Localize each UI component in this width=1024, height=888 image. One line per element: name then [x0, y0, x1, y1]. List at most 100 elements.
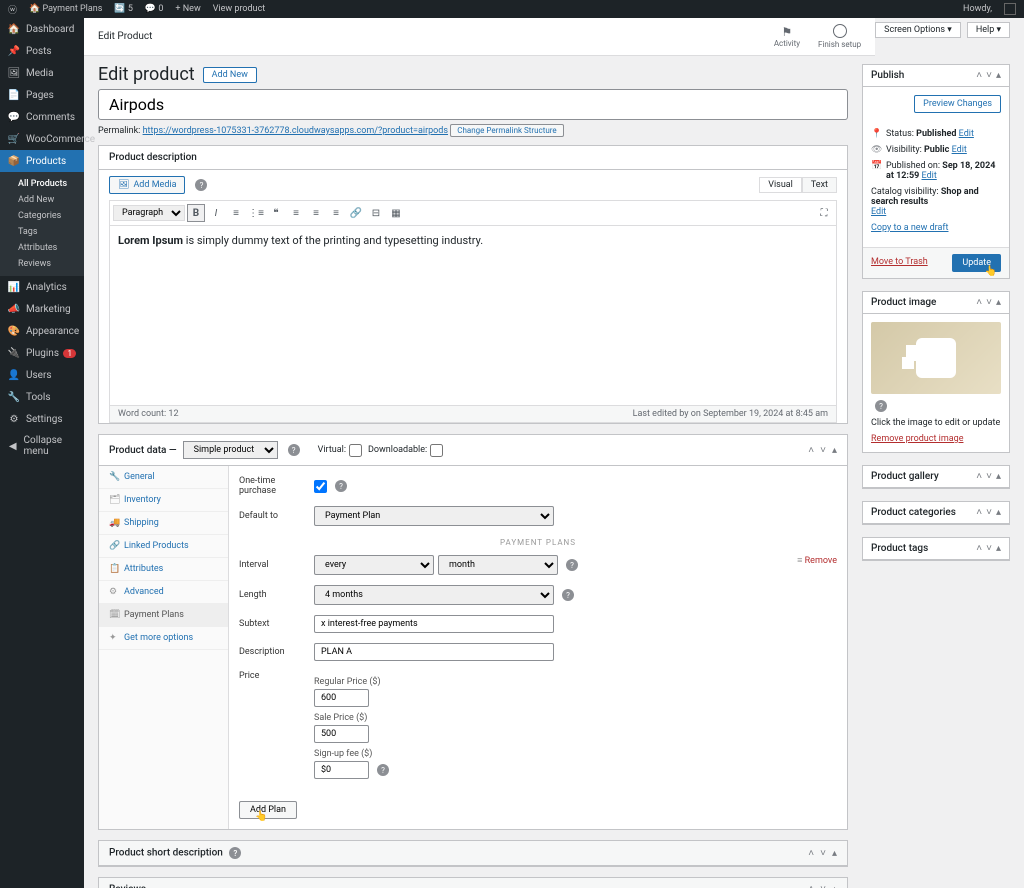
- text-tab[interactable]: Text: [802, 177, 837, 193]
- panel-down-icon[interactable]: ˅: [986, 297, 992, 308]
- help-icon[interactable]: ?: [195, 179, 207, 191]
- align-right-icon[interactable]: ≡: [327, 204, 345, 222]
- sidebar-item-plugins[interactable]: 🔌Plugins 1: [0, 342, 84, 364]
- tab-advanced[interactable]: ⚙Advanced: [99, 581, 228, 604]
- subtext-input[interactable]: [314, 615, 554, 633]
- signup-fee-input[interactable]: [314, 761, 369, 779]
- tab-shipping[interactable]: 🚚Shipping: [99, 512, 228, 535]
- toolbar-toggle-icon[interactable]: ▦: [387, 204, 405, 222]
- panel-toggle-icon[interactable]: ▴: [996, 507, 1001, 518]
- comments-count[interactable]: 💬 0: [145, 4, 164, 14]
- panel-down-icon[interactable]: ˅: [986, 70, 992, 81]
- tab-get-more-options[interactable]: ✦Get more options: [99, 627, 228, 650]
- sidebar-item-products[interactable]: 📦Products: [0, 150, 84, 172]
- number-list-icon[interactable]: ⋮≡: [247, 204, 265, 222]
- align-center-icon[interactable]: ≡: [307, 204, 325, 222]
- view-product[interactable]: View product: [213, 4, 266, 14]
- product-image-thumbnail[interactable]: [871, 322, 1001, 394]
- sidebar-item-appearance[interactable]: 🎨Appearance: [0, 320, 84, 342]
- copy-draft-link[interactable]: Copy to a new draft: [871, 223, 949, 233]
- help-icon[interactable]: ?: [335, 480, 347, 492]
- panel-up-icon[interactable]: ˄: [976, 507, 982, 518]
- help-icon[interactable]: ?: [229, 847, 241, 859]
- sidebar-item-woocommerce[interactable]: 🛒WooCommerce: [0, 128, 84, 150]
- change-permalink-button[interactable]: Change Permalink Structure: [450, 124, 563, 137]
- add-media-button[interactable]: 🖼Add Media: [109, 176, 185, 194]
- screen-options-toggle[interactable]: Screen Options ▾: [875, 22, 961, 38]
- visual-tab[interactable]: Visual: [759, 177, 802, 193]
- tab-payment-plans[interactable]: 🗓Payment Plans: [99, 604, 228, 627]
- regular-price-input[interactable]: [314, 689, 369, 707]
- description-input[interactable]: [314, 643, 554, 661]
- submenu-reviews[interactable]: Reviews: [0, 256, 84, 272]
- submenu-add-new[interactable]: Add New: [0, 192, 84, 208]
- panel-toggle-icon[interactable]: ▴: [832, 445, 837, 456]
- panel-up-icon[interactable]: ˄: [976, 297, 982, 308]
- panel-up-icon[interactable]: ˄: [976, 543, 982, 554]
- panel-toggle-icon[interactable]: ▴: [996, 297, 1001, 308]
- finish-setup-icon[interactable]: Finish setup: [818, 24, 861, 49]
- move-to-trash-link[interactable]: Move to Trash: [871, 257, 928, 267]
- submenu-tags[interactable]: Tags: [0, 224, 84, 240]
- site-name[interactable]: 🏠 Payment Plans: [29, 4, 102, 14]
- sidebar-item-pages[interactable]: 📄Pages: [0, 84, 84, 106]
- sidebar-item-analytics[interactable]: 📊Analytics: [0, 276, 84, 298]
- insert-more-icon[interactable]: ⊟: [367, 204, 385, 222]
- panel-down-icon[interactable]: ˅: [986, 543, 992, 554]
- sidebar-item-posts[interactable]: 📌Posts: [0, 40, 84, 62]
- edit-date-link[interactable]: Edit: [922, 171, 937, 181]
- editor-content[interactable]: Lorem Ipsum is simply dummy text of the …: [109, 226, 837, 406]
- panel-up-icon[interactable]: ˄: [976, 70, 982, 81]
- tab-general[interactable]: 🔧General: [99, 466, 228, 489]
- avatar-icon[interactable]: [1004, 3, 1016, 15]
- tab-inventory[interactable]: 🗂Inventory: [99, 489, 228, 512]
- panel-up-icon[interactable]: ˄: [976, 471, 982, 482]
- submenu-attributes[interactable]: Attributes: [0, 240, 84, 256]
- help-icon[interactable]: ?: [562, 589, 574, 601]
- sidebar-item-collapse-menu[interactable]: ◀Collapse menu: [0, 430, 84, 462]
- sidebar-item-users[interactable]: 👤Users: [0, 364, 84, 386]
- virtual-checkbox[interactable]: Virtual:: [318, 444, 362, 457]
- activity-icon[interactable]: ⚑Activity: [774, 25, 800, 48]
- product-type-select[interactable]: Simple product: [183, 441, 278, 459]
- panel-down-icon[interactable]: ˅: [820, 445, 826, 456]
- update-button[interactable]: Update: [952, 254, 1001, 272]
- sidebar-item-dashboard[interactable]: 🏠Dashboard: [0, 18, 84, 40]
- panel-down-icon[interactable]: ˅: [820, 848, 826, 859]
- help-toggle[interactable]: Help ▾: [967, 22, 1010, 38]
- help-icon[interactable]: ?: [377, 764, 389, 776]
- product-title-input[interactable]: [98, 89, 848, 120]
- sidebar-item-marketing[interactable]: 📣Marketing: [0, 298, 84, 320]
- panel-up-icon[interactable]: ˄: [808, 848, 814, 859]
- sidebar-item-media[interactable]: 🖼Media: [0, 62, 84, 84]
- panel-down-icon[interactable]: ˅: [820, 884, 826, 888]
- submenu-all-products[interactable]: All Products: [0, 176, 84, 192]
- add-plan-button[interactable]: Add Plan: [239, 801, 297, 819]
- tab-linked-products[interactable]: 🔗Linked Products: [99, 535, 228, 558]
- align-left-icon[interactable]: ≡: [287, 204, 305, 222]
- quote-icon[interactable]: ❝: [267, 204, 285, 222]
- panel-toggle-icon[interactable]: ▴: [832, 848, 837, 859]
- panel-toggle-icon[interactable]: ▴: [996, 70, 1001, 81]
- sidebar-item-comments[interactable]: 💬Comments: [0, 106, 84, 128]
- panel-up-icon[interactable]: ˄: [808, 884, 814, 888]
- link-icon[interactable]: 🔗: [347, 204, 365, 222]
- tab-attributes[interactable]: 📋Attributes: [99, 558, 228, 581]
- bold-icon[interactable]: B: [187, 204, 205, 222]
- length-select[interactable]: 4 months: [314, 585, 554, 605]
- one-time-checkbox[interactable]: [314, 480, 327, 493]
- panel-down-icon[interactable]: ˅: [986, 507, 992, 518]
- remove-plan-link[interactable]: Remove: [797, 555, 837, 566]
- panel-toggle-icon[interactable]: ▴: [996, 543, 1001, 554]
- panel-toggle-icon[interactable]: ▴: [996, 471, 1001, 482]
- italic-icon[interactable]: I: [207, 204, 225, 222]
- interval-unit-select[interactable]: month: [438, 555, 558, 575]
- updates-count[interactable]: 🔄 5: [114, 4, 133, 14]
- default-to-select[interactable]: Payment Plan: [314, 506, 554, 526]
- edit-status-link[interactable]: Edit: [959, 129, 974, 139]
- bullet-list-icon[interactable]: ≡: [227, 204, 245, 222]
- preview-changes-button[interactable]: Preview Changes: [914, 95, 1001, 113]
- wp-logo-icon[interactable]: ⓦ: [8, 3, 17, 16]
- panel-toggle-icon[interactable]: ▴: [832, 884, 837, 888]
- howdy[interactable]: Howdy,: [963, 4, 992, 14]
